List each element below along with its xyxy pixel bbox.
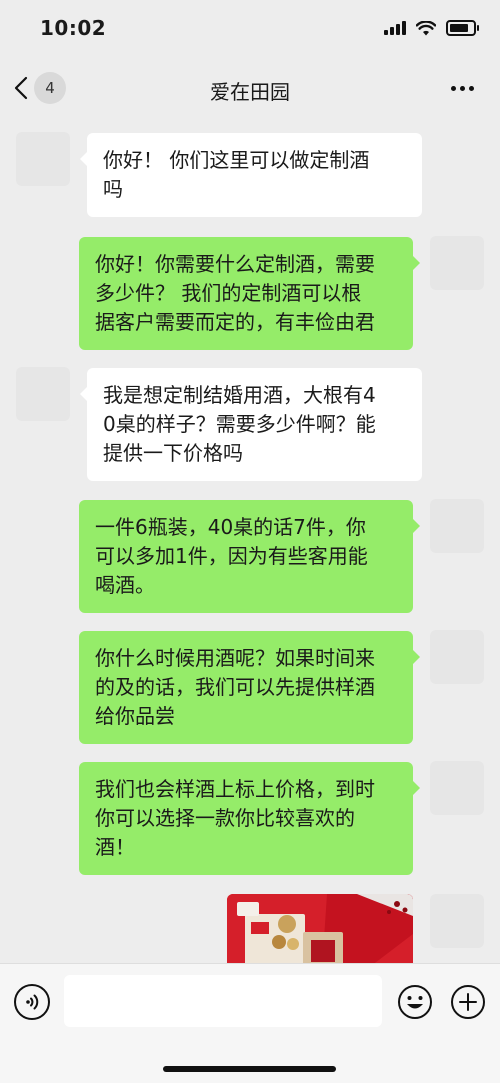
signal-icon: [384, 21, 406, 35]
message-line: 多少件？ 我们的定制酒可以根: [95, 281, 362, 305]
status-icons: [384, 20, 479, 36]
my-avatar[interactable]: [430, 894, 484, 948]
home-indicator[interactable]: [163, 1066, 336, 1072]
message-line: 你好！你需要什么定制酒，需要: [95, 252, 375, 276]
image-message[interactable]: [227, 894, 413, 963]
my-avatar[interactable]: [430, 236, 484, 290]
more-dot: [468, 85, 474, 91]
message-line: 喝酒。: [95, 573, 155, 597]
chat-title: 爱在田园: [210, 80, 290, 104]
message-line: 的及的话，我们可以先提供样酒: [95, 675, 375, 699]
message-bubble-outgoing[interactable]: 我们也会样酒上标上价格，到时 你可以选择一款你比较喜欢的 酒！: [79, 762, 420, 875]
voice-button[interactable]: [14, 984, 50, 1020]
nav-bar: 4 爱在田园: [0, 60, 500, 116]
message-bubble-outgoing[interactable]: 你好！你需要什么定制酒，需要 多少件？ 我们的定制酒可以根 据客户需要而定的，有…: [79, 237, 420, 350]
message-input[interactable]: [64, 975, 382, 1027]
message-line: 你什么时候用酒呢？如果时间来: [95, 646, 375, 670]
more-functions-button[interactable]: [450, 984, 486, 1020]
message-line: 我是想定制结婚用酒，大根有4: [103, 383, 376, 407]
message-bubble-incoming[interactable]: 你好！ 你们这里可以做定制酒 吗: [80, 133, 422, 217]
message-line: 可以多加1件，因为有些客用能: [95, 544, 368, 568]
contact-avatar[interactable]: [16, 132, 70, 186]
message-bubble-incoming[interactable]: 我是想定制结婚用酒，大根有4 0桌的样子？需要多少件啊？能 提供一下价格吗: [80, 368, 422, 481]
message-line: 提供一下价格吗: [103, 441, 243, 465]
message-bubble-outgoing[interactable]: 你什么时候用酒呢？如果时间来 的及的话，我们可以先提供样酒 给你品尝: [79, 631, 420, 744]
message-line: 给你品尝: [95, 704, 175, 728]
status-bar: 10:02: [0, 0, 500, 60]
contact-avatar[interactable]: [16, 367, 70, 421]
message-bubble-outgoing[interactable]: 一件6瓶装，40桌的话7件，你 可以多加1件，因为有些客用能 喝酒。: [79, 500, 420, 613]
status-time: 10:02: [40, 16, 107, 40]
emoji-button[interactable]: [397, 984, 433, 1020]
wifi-icon: [416, 20, 436, 35]
my-avatar[interactable]: [430, 630, 484, 684]
message-line: 我们也会样酒上标上价格，到时: [95, 777, 375, 801]
more-button[interactable]: [446, 74, 478, 102]
message-line: 吗: [103, 177, 123, 201]
message-line: 一件6瓶装，40桌的话7件，你: [95, 515, 366, 539]
message-line: 你可以选择一款你比较喜欢的: [95, 806, 355, 830]
more-dots-icon: [450, 85, 456, 91]
battery-icon: [446, 20, 479, 36]
voice-icon: [26, 994, 39, 1010]
more-dot: [459, 85, 465, 91]
plus-circle-icon: [451, 985, 485, 1019]
chat-message-list[interactable]: 你好！ 你们这里可以做定制酒 吗 你好！你需要什么定制酒，需要 多少件？ 我们的…: [0, 116, 500, 963]
message-line: 你好！ 你们这里可以做定制酒: [103, 148, 370, 172]
photo-message-icon: [227, 894, 413, 963]
message-line: 据客户需要而定的，有丰俭由君: [95, 310, 375, 334]
my-avatar[interactable]: [430, 761, 484, 815]
message-line: 0桌的样子？需要多少件啊？能: [103, 412, 376, 436]
emoji-icon: [398, 985, 432, 1019]
my-avatar[interactable]: [430, 499, 484, 553]
message-line: 酒！: [95, 835, 135, 859]
input-bar: [0, 963, 500, 1083]
